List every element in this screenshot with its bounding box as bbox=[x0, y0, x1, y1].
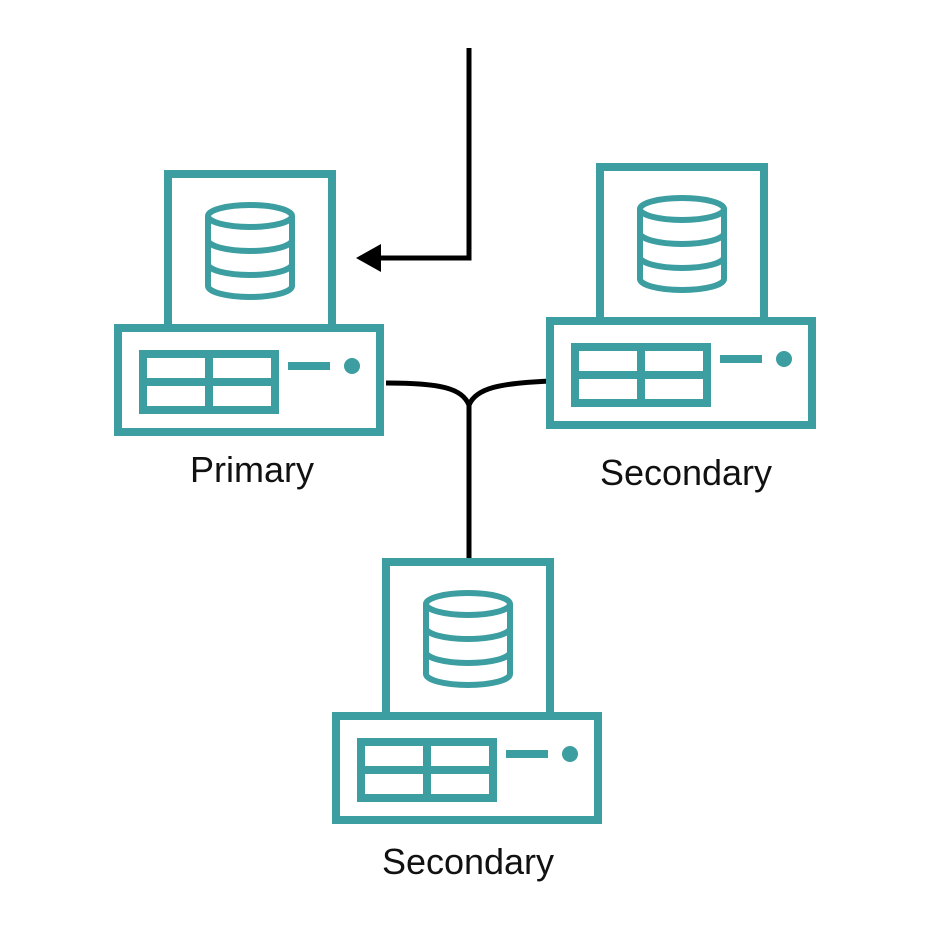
edge-primary-to-secondary-right bbox=[385, 378, 553, 412]
connector-lines bbox=[378, 48, 553, 560]
node-primary[interactable] bbox=[118, 174, 380, 432]
database-server-icon bbox=[336, 562, 598, 820]
node-label-primary: Primary bbox=[190, 449, 314, 490]
edge-client-to-primary bbox=[378, 48, 472, 261]
replication-diagram: Primary Secondary Secondary bbox=[0, 48, 938, 882]
arrow-head-icon bbox=[356, 244, 381, 272]
database-server-icon bbox=[550, 167, 812, 425]
database-server-icon bbox=[118, 174, 380, 432]
node-label-secondary-bottom: Secondary bbox=[382, 841, 554, 882]
node-secondary-right[interactable] bbox=[550, 167, 812, 425]
node-label-secondary-right: Secondary bbox=[600, 452, 772, 493]
node-secondary-bottom[interactable] bbox=[336, 562, 598, 820]
